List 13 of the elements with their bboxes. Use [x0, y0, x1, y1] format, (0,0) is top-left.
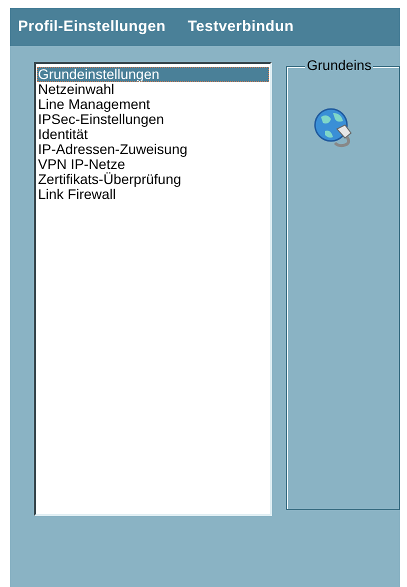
list-item[interactable]: VPN IP-Netze: [37, 157, 269, 172]
tab[interactable]: Profil-Einstellungen: [18, 16, 166, 38]
group-title: Grundeins: [304, 57, 374, 73]
list-item[interactable]: Link Firewall: [37, 187, 269, 202]
list-item[interactable]: Line Management: [37, 97, 269, 112]
list-item[interactable]: IP-Adressen-Zuweisung: [37, 142, 269, 157]
list-item[interactable]: Identität: [37, 127, 269, 142]
tab[interactable]: Testverbindun: [188, 16, 294, 38]
list-item[interactable]: Grundeinstellungen: [37, 67, 269, 82]
category-list[interactable]: Grundeinstellungen Netzeinwahl Line Management IPSec-Einstellungen Identität IP-Adressen-Zuweisung VPN IP-Netze Zertifikats-Überprüfung Link Firewall: [34, 62, 272, 516]
list-item[interactable]: IPSec-Einstellungen: [37, 112, 269, 127]
list-item[interactable]: Netzeinwahl: [37, 82, 269, 97]
list-item[interactable]: Zertifikats-Überprüfung: [37, 172, 269, 187]
